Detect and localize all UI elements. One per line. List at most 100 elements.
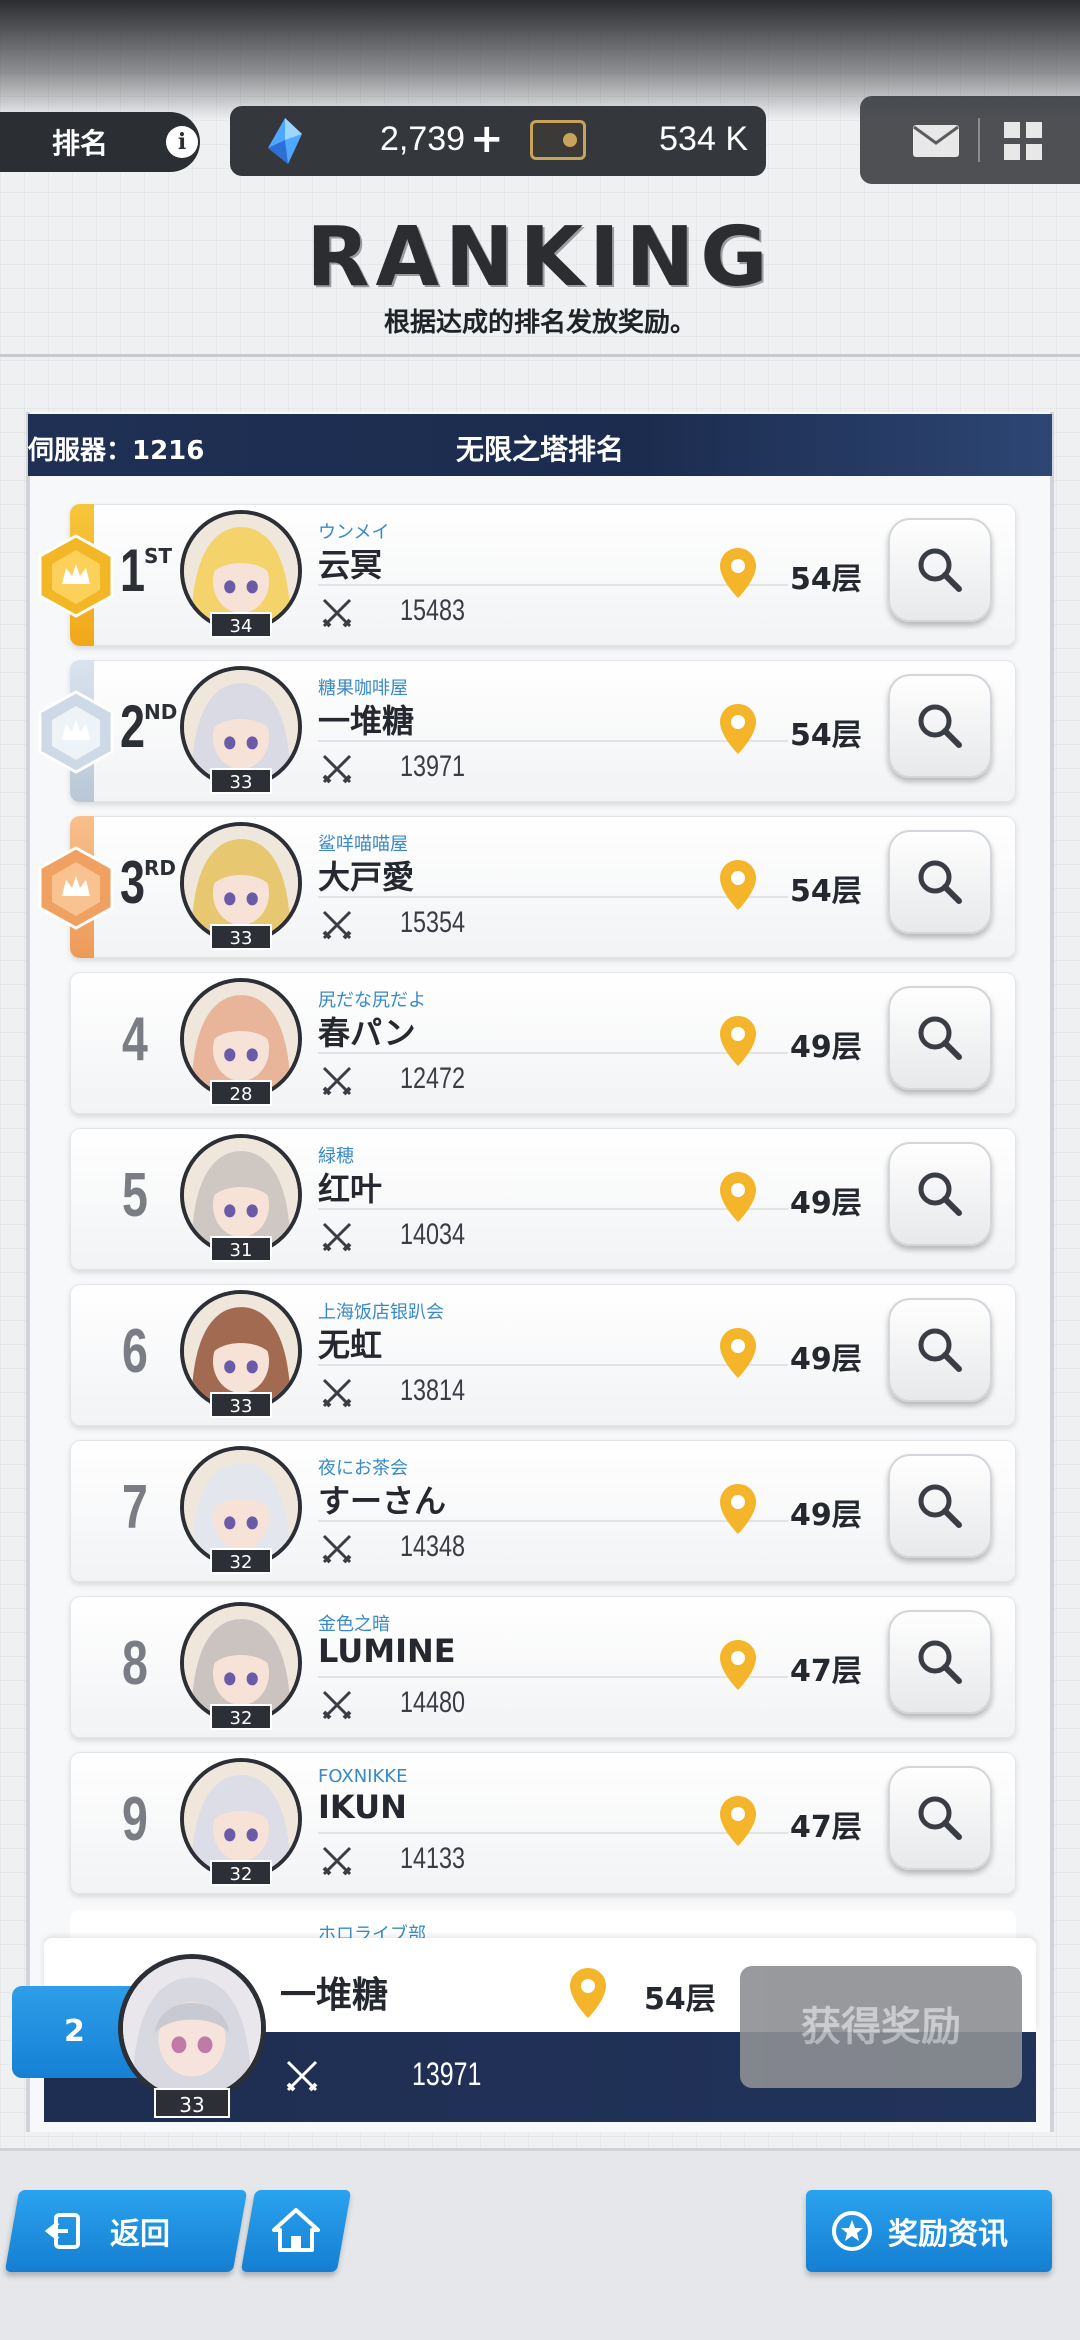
view-profile-button[interactable] (888, 830, 992, 934)
location-pin-icon (720, 548, 756, 598)
crossed-swords-icon (322, 910, 352, 940)
crossed-swords-icon (286, 2060, 318, 2092)
combat-power: 15483 (400, 594, 466, 627)
gem-count: 2,739 (380, 120, 466, 158)
list-item[interactable]: 3 RD 33 鲨咩喵喵屋 大戸愛 15354 54层 (38, 816, 1016, 958)
location-pin-icon (570, 1968, 606, 2018)
rank-number: 5 (122, 1161, 148, 1230)
view-profile-button[interactable] (888, 1298, 992, 1402)
medal-icon (38, 534, 114, 618)
list-item[interactable]: 8 32 金色之暗 LUMINE 14480 47层 (70, 1596, 1016, 1738)
plus-icon[interactable]: + (470, 116, 504, 162)
toolbar-divider (978, 118, 980, 162)
level-badge: 33 (210, 768, 272, 794)
page-subtitle: 根据达成的排名发放奖励。 (383, 308, 696, 338)
list-item[interactable]: 9 32 FOXNIKKE IKUN 14133 47层 (70, 1752, 1016, 1894)
search-icon (918, 704, 962, 748)
player-name: 红叶 (318, 1170, 383, 1208)
search-icon (918, 1172, 962, 1216)
location-pin-icon (720, 1796, 756, 1846)
panel-header: 伺服器：1216 无限之塔排名 (28, 414, 1052, 476)
list-item[interactable]: 7 32 夜にお茶会 すーさん 14348 49层 (70, 1440, 1016, 1582)
rank-number: 9 (122, 1785, 148, 1854)
view-profile-button[interactable] (888, 674, 992, 778)
tower-floor: 49层 (790, 1498, 862, 1533)
player-name: 大戸愛 (318, 858, 415, 896)
guild-name: FOXNIKKE (318, 1766, 408, 1787)
rank-suffix: RD (144, 856, 177, 880)
back-button[interactable]: 返回 (12, 2190, 240, 2272)
crossed-swords-icon (322, 1534, 352, 1564)
menu-grid-icon[interactable] (1004, 122, 1042, 160)
tower-floor: 47层 (790, 1810, 862, 1845)
crossed-swords-icon (322, 1222, 352, 1252)
my-avatar (118, 1954, 266, 2102)
list-item[interactable]: 4 28 尻だな尻だよ 春パン 12472 49层 (70, 972, 1016, 1114)
level-badge: 31 (210, 1236, 272, 1262)
tower-floor: 47层 (790, 1654, 862, 1689)
my-floor: 54层 (644, 1982, 716, 2017)
level-badge: 32 (210, 1548, 272, 1574)
tower-floor: 54层 (790, 718, 862, 753)
view-profile-button[interactable] (888, 986, 992, 1090)
gem-icon (268, 118, 302, 164)
rank-number: 2 (120, 693, 146, 760)
mail-icon[interactable] (912, 124, 960, 158)
list-item[interactable]: 5 31 緑穂 红叶 14034 49层 (70, 1128, 1016, 1270)
medal-icon (38, 846, 114, 930)
rank-number: 6 (122, 1317, 148, 1386)
location-pin-icon (720, 1640, 756, 1690)
list-item[interactable]: 6 33 上海饭店银趴会 无虹 13814 49层 (70, 1284, 1016, 1426)
view-profile-button[interactable] (888, 518, 992, 622)
crossed-swords-icon (322, 1378, 352, 1408)
player-name: 一堆糖 (318, 702, 415, 740)
rank-number: 1 (120, 537, 146, 604)
rank-number: 3 (120, 849, 146, 916)
view-profile-button[interactable] (888, 1454, 992, 1558)
search-icon (918, 1640, 962, 1684)
combat-power: 12472 (400, 1062, 466, 1095)
row-divider (318, 896, 788, 898)
view-profile-button[interactable] (888, 1142, 992, 1246)
my-power: 13971 (412, 2056, 482, 2092)
crossed-swords-icon (322, 1066, 352, 1096)
home-icon (272, 2208, 320, 2252)
credit-count: 534 K (659, 120, 748, 158)
page-title: RANKING (306, 210, 774, 305)
panel-title: 无限之塔排名 (455, 433, 624, 466)
combat-power: 13971 (400, 750, 466, 783)
combat-power: 14480 (400, 1686, 466, 1719)
row-divider (318, 584, 788, 586)
tower-floor: 54层 (790, 874, 862, 909)
player-name: IKUN (318, 1788, 407, 1826)
view-profile-button[interactable] (888, 1766, 992, 1870)
search-icon (918, 1328, 962, 1372)
level-badge: 32 (210, 1860, 272, 1886)
player-name: LUMINE (318, 1632, 456, 1670)
back-arrow-icon (44, 2213, 80, 2249)
player-name: 云冥 (318, 546, 383, 584)
level-badge: 28 (210, 1080, 272, 1106)
search-icon (918, 1016, 962, 1060)
rewards-info-button[interactable]: 奖励资讯 (806, 2190, 1052, 2272)
list-item[interactable]: 1 ST 34 ウンメイ 云冥 15483 54层 (38, 504, 1016, 646)
medal-icon (38, 690, 114, 774)
medal-icon (832, 2211, 872, 2251)
location-pin-icon (720, 860, 756, 910)
player-name: 春パン (318, 1014, 416, 1052)
view-profile-button[interactable] (888, 1610, 992, 1714)
info-icon[interactable]: i (166, 126, 198, 158)
location-pin-icon (720, 704, 756, 754)
rank-number: 7 (122, 1473, 148, 1542)
my-level: 33 (154, 2088, 230, 2118)
rank-number: 8 (122, 1629, 148, 1698)
row-divider (318, 1676, 788, 1678)
list-item[interactable]: 2 ND 33 糖果咖啡屋 一堆糖 13971 54层 (38, 660, 1016, 802)
row-divider (318, 1052, 788, 1054)
claim-reward-button[interactable]: 获得奖励 (740, 1966, 1022, 2088)
row-divider (318, 740, 788, 742)
search-icon (918, 860, 962, 904)
level-badge: 33 (210, 924, 272, 950)
ranking-tab[interactable]: 排名 i (0, 112, 200, 172)
crossed-swords-icon (322, 598, 352, 628)
